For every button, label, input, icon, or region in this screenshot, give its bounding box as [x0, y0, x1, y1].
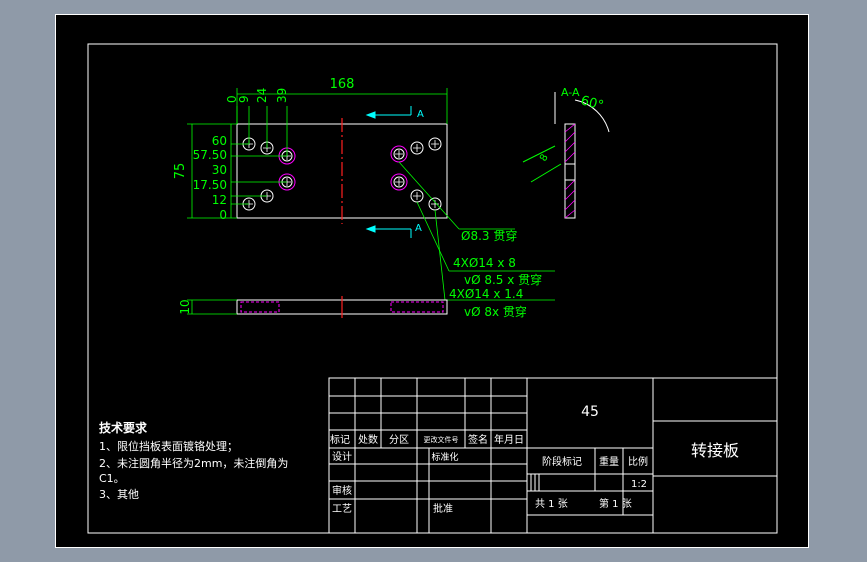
tb-sheji: 设计 — [332, 450, 352, 463]
callout-hole2-line1: 4XØ14 x 8 — [453, 256, 516, 270]
notes-title: 技术要求 — [99, 420, 148, 435]
dim-x-24: 24 — [255, 88, 269, 103]
technical-notes: 技术要求 1、限位挡板表面镀铬处理； 2、未注圆角半径为2mm，未注倒角为 C1… — [99, 420, 288, 501]
tb-jieduan: 阶段标记 — [542, 455, 582, 468]
tb-pizhun: 批准 — [433, 502, 453, 515]
note-item: C1。 — [99, 472, 125, 485]
callout-hole3-line1: 4XØ14 x 1.4 — [449, 287, 523, 301]
title-block: 标记 处数 分区 更改文件号 签名 年月日 设计 标准化 审核 工艺 批准 45… — [328, 377, 778, 534]
dim-height: 75 — [173, 163, 188, 180]
front-view: 168 75 0 9 24 39 60 57.50 30 17.50 12 0 … — [173, 77, 555, 319]
tb-material: 45 — [581, 404, 599, 420]
section-marker-bottom: A — [415, 223, 422, 234]
angle-label: 60° — [579, 93, 605, 113]
tb-shenhe: 审核 — [332, 484, 352, 497]
tb-fenqu: 分区 — [389, 434, 409, 446]
tb-chushu: 处数 — [358, 433, 378, 446]
dim-x-9: 9 — [237, 95, 251, 103]
dim-section: 8 — [538, 152, 551, 163]
tb-biaoji: 标记 — [330, 434, 350, 446]
callout-hole1: Ø8.3 贯穿 — [461, 228, 517, 243]
callout-hole3-line2: vØ 8x 贯穿 — [464, 304, 527, 319]
tb-qianming: 签名 — [468, 433, 488, 446]
dim-y-12: 12 — [212, 193, 227, 207]
dim-thickness: 10 — [178, 299, 192, 314]
cad-drawing: 168 75 0 9 24 39 60 57.50 30 17.50 12 0 … — [55, 14, 809, 548]
tb-gongyi: 工艺 — [332, 503, 352, 515]
tb-gengai: 更改文件号 — [424, 435, 459, 444]
dim-y-57: 57.50 — [193, 148, 227, 162]
right-hole-group — [390, 137, 442, 211]
tb-part-name: 转接板 — [691, 441, 739, 460]
drawing-viewport[interactable]: 168 75 0 9 24 39 60 57.50 30 17.50 12 0 … — [55, 14, 809, 548]
dim-y-30: 30 — [212, 163, 227, 177]
tb-biaozhunhua: 标准化 — [431, 451, 458, 463]
section-label: A-A — [561, 86, 580, 99]
dim-x-39: 39 — [275, 88, 289, 103]
dim-y-17: 17.50 — [193, 178, 227, 192]
dim-y-60: 60 — [212, 134, 227, 148]
callout-hole2-line2: vØ 8.5 x 贯穿 — [464, 272, 542, 287]
top-view: 10 — [178, 296, 448, 318]
dim-y-0: 0 — [219, 208, 227, 222]
strip-hidden — [390, 301, 444, 313]
tb-scale: 1:2 — [631, 479, 647, 490]
tb-nianyueri: 年月日 — [494, 433, 524, 446]
note-item: 2、未注圆角半径为2mm，未注倒角为 — [99, 456, 288, 470]
hole-centermarks — [245, 140, 291, 208]
note-item: 1、限位挡板表面镀铬处理； — [99, 439, 238, 453]
strip-hidden — [240, 301, 280, 313]
section-outline — [564, 123, 576, 219]
section-hatch — [564, 123, 576, 219]
note-item: 3、其他 — [99, 488, 139, 501]
section-view: 8 A-A 60° — [522, 86, 610, 219]
tb-zhongliang: 重量 — [599, 455, 619, 468]
tb-total-sheets: 共 1 张 — [535, 498, 568, 510]
tb-bili: 比例 — [628, 455, 648, 468]
tb-sheet-no: 第 1 张 — [599, 497, 632, 510]
section-marker-top: A — [417, 109, 424, 120]
dim-overall-length: 168 — [330, 77, 355, 92]
